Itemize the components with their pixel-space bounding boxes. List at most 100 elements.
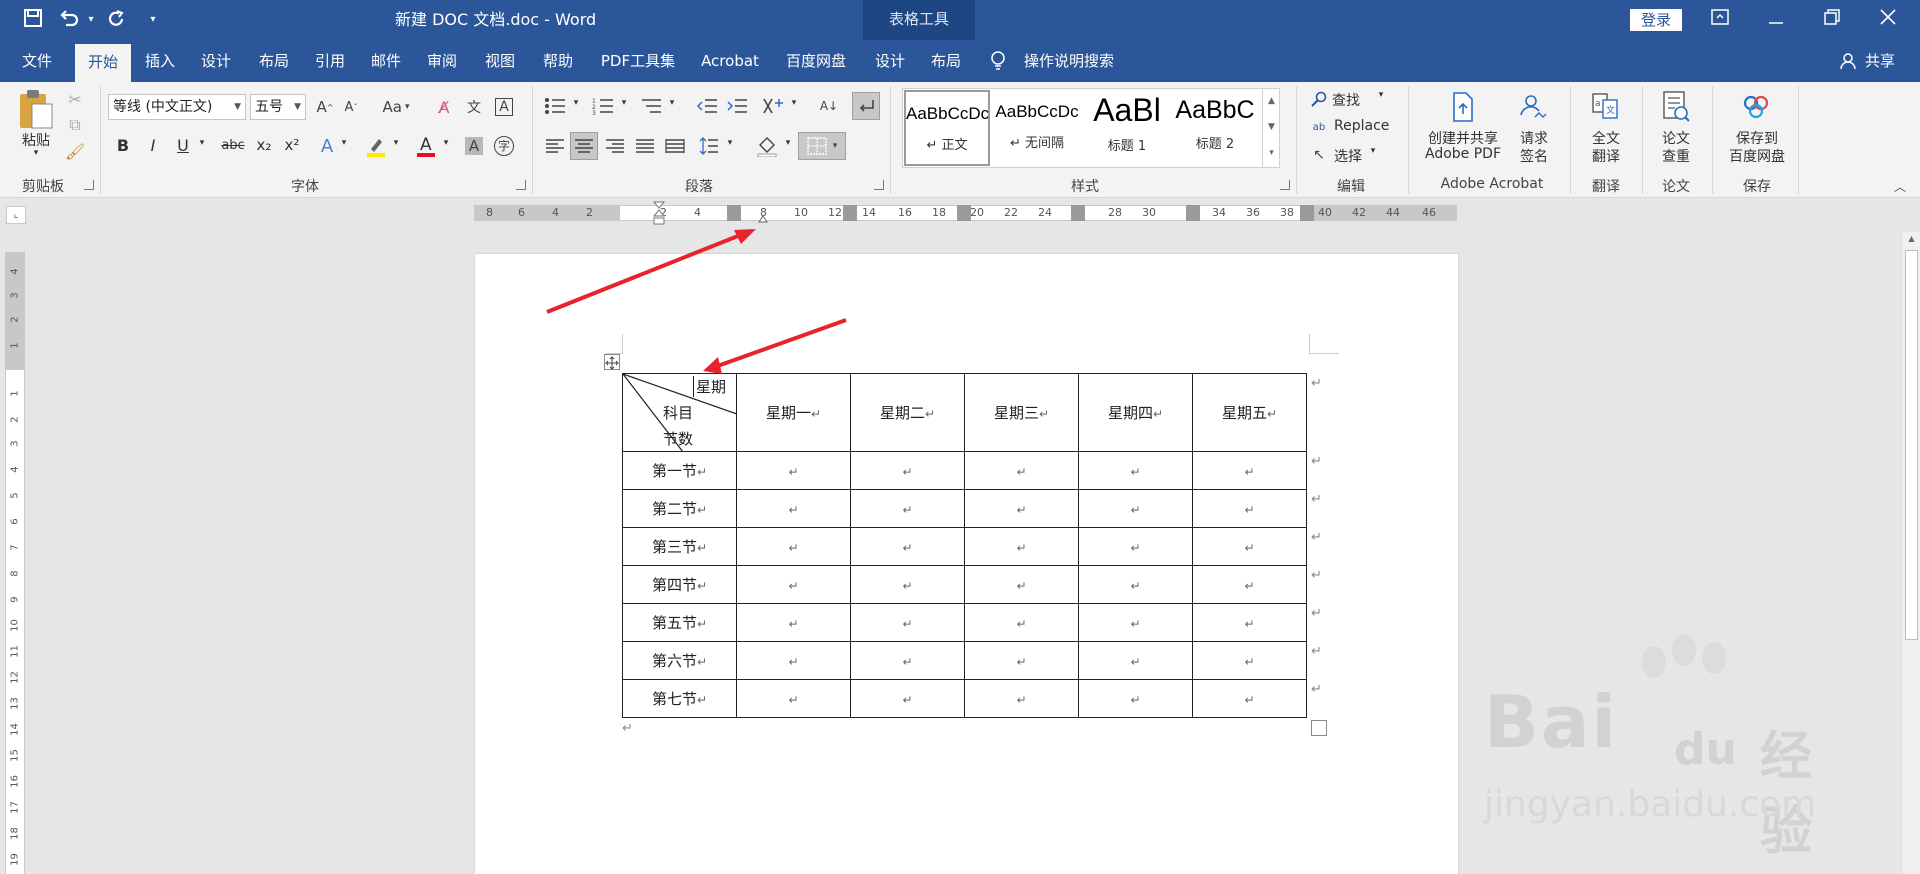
share-button[interactable]: 共享 xyxy=(1860,40,1900,82)
select-dropdown-icon[interactable]: ▾ xyxy=(1366,146,1380,156)
tab-home[interactable]: 开始 xyxy=(75,44,131,82)
align-right-icon[interactable] xyxy=(602,134,628,158)
table-cell[interactable]: ↵ xyxy=(1192,641,1307,680)
table-cell[interactable]: ↵ xyxy=(850,641,965,680)
decrease-indent-icon[interactable] xyxy=(694,94,720,118)
table-cell[interactable]: ↵ xyxy=(964,451,1079,490)
replace-button[interactable]: Replace xyxy=(1334,118,1394,134)
tab-review[interactable]: 审阅 xyxy=(420,40,464,82)
style-tile-heading-1[interactable]: AaBl 标题 1 xyxy=(1084,90,1170,166)
table-header-cell[interactable]: 星期一↵ xyxy=(736,373,851,452)
period-cell[interactable]: 第七节↵ xyxy=(622,679,737,718)
document-page[interactable]: 星期 科目 节数 星期一↵ 星期二↵ 星期三↵ 星期四↵ 星期五↵ 第一节↵ ↵ ↵… xyxy=(475,254,1458,874)
table-header-cell[interactable]: 星期五↵ xyxy=(1192,373,1307,452)
tab-references[interactable]: 引用 xyxy=(308,40,352,82)
numbering-icon[interactable]: 123 xyxy=(590,94,616,118)
font-color-icon[interactable]: A xyxy=(414,132,438,160)
font-name-dropdown-icon[interactable]: ▼ xyxy=(234,95,241,119)
table-column-marker[interactable] xyxy=(843,205,857,221)
shading-icon[interactable] xyxy=(754,134,780,158)
strikethrough-button[interactable]: abc xyxy=(218,138,248,153)
table-cell[interactable]: ↵ xyxy=(964,489,1079,528)
style-tile-no-spacing[interactable]: AaBbCcDc ↵ 无间隔 xyxy=(994,90,1080,166)
undo-dropdown-icon[interactable]: ▾ xyxy=(80,9,102,31)
paste-label[interactable]: 粘贴 xyxy=(16,130,56,150)
tab-file[interactable]: 文件 xyxy=(12,40,62,82)
paste-icon[interactable] xyxy=(16,88,56,132)
grow-font-icon[interactable]: A ^ xyxy=(314,94,336,120)
adobe-pdf-label[interactable]: Adobe PDF xyxy=(1418,146,1508,162)
scrollbar-thumb[interactable] xyxy=(1905,250,1918,640)
bullets-dropdown-icon[interactable]: ▾ xyxy=(570,98,582,108)
redo-icon[interactable] xyxy=(106,9,128,31)
tab-view[interactable]: 视图 xyxy=(478,40,522,82)
italic-button[interactable]: I xyxy=(142,136,164,155)
table-cell[interactable]: ↵ xyxy=(850,451,965,490)
superscript-button[interactable]: x² xyxy=(280,136,304,154)
table-cell[interactable]: ↵ xyxy=(736,451,851,490)
table-cell[interactable]: ↵ xyxy=(1078,489,1193,528)
table-cell[interactable]: ↵ xyxy=(1192,603,1307,642)
tab-table-design[interactable]: 设计 xyxy=(868,40,912,82)
font-launcher-icon[interactable] xyxy=(516,180,526,190)
thesis-label[interactable]: 论文 xyxy=(1656,128,1696,148)
text-effects-dropdown-icon[interactable]: ▾ xyxy=(338,138,350,148)
paste-dropdown-icon[interactable]: ▾ xyxy=(28,148,44,158)
table-column-marker[interactable] xyxy=(1300,205,1314,221)
period-cell[interactable]: 第六节↵ xyxy=(622,641,737,680)
baidu-netdisk-icon[interactable] xyxy=(1740,90,1774,124)
font-color-dropdown-icon[interactable]: ▾ xyxy=(440,138,452,148)
table-cell[interactable]: ↵ xyxy=(1192,451,1307,490)
request-label[interactable]: 请求 xyxy=(1514,128,1554,148)
thesis-check-icon[interactable] xyxy=(1660,90,1692,124)
table-header-cell[interactable]: 星期四↵ xyxy=(1078,373,1193,452)
shading-dropdown-icon[interactable]: ▾ xyxy=(782,138,794,148)
share-icon[interactable] xyxy=(1840,52,1856,74)
borders-icon[interactable]: ▾ xyxy=(798,132,846,160)
table-cell[interactable]: ↵ xyxy=(1078,565,1193,604)
translate-icon[interactable]: a文 xyxy=(1590,90,1622,124)
table-cell[interactable]: ↵ xyxy=(964,641,1079,680)
character-shading-icon[interactable]: A xyxy=(462,134,486,158)
period-cell[interactable]: 第一节↵ xyxy=(622,451,737,490)
tab-mailings[interactable]: 邮件 xyxy=(364,40,408,82)
align-left-icon[interactable] xyxy=(542,134,568,158)
table-cell[interactable]: ↵ xyxy=(1078,641,1193,680)
multilevel-list-icon[interactable] xyxy=(638,94,664,118)
line-spacing-icon[interactable] xyxy=(696,134,722,158)
font-size-combo[interactable]: 五号 ▼ xyxy=(250,94,306,120)
text-effects-icon[interactable]: A xyxy=(316,134,338,158)
table-cell[interactable]: ↵ xyxy=(736,489,851,528)
signature-label[interactable]: 签名 xyxy=(1514,146,1554,166)
table-cell[interactable]: ↵ xyxy=(1078,679,1193,718)
request-signature-icon[interactable] xyxy=(1518,90,1548,124)
bullets-icon[interactable] xyxy=(542,94,568,118)
undo-icon[interactable] xyxy=(58,9,80,31)
netdisk-label[interactable]: 百度网盘 xyxy=(1722,146,1792,166)
subscript-button[interactable]: x₂ xyxy=(252,136,276,154)
find-dropdown-icon[interactable]: ▾ xyxy=(1374,90,1388,100)
table-cell[interactable]: ↵ xyxy=(736,603,851,642)
styles-scroll[interactable]: ▲ ▼ ▾ xyxy=(1262,88,1280,168)
find-icon[interactable] xyxy=(1310,88,1328,110)
chinese-layout-dropdown-icon[interactable]: ▾ xyxy=(788,98,800,108)
table-move-handle-icon[interactable] xyxy=(604,354,620,370)
vertical-scrollbar[interactable]: ▲ xyxy=(1901,232,1920,874)
replace-icon[interactable]: ab xyxy=(1310,116,1328,138)
restore-icon[interactable] xyxy=(1804,0,1860,40)
tab-table-layout[interactable]: 布局 xyxy=(924,40,968,82)
table-cell[interactable]: ↵ xyxy=(850,489,965,528)
tab-acrobat[interactable]: Acrobat xyxy=(694,40,766,82)
tab-help[interactable]: 帮助 xyxy=(536,40,580,82)
numbering-dropdown-icon[interactable]: ▾ xyxy=(618,98,630,108)
change-case-icon[interactable]: Aa ▾ xyxy=(378,94,414,120)
tab-insert[interactable]: 插入 xyxy=(138,40,182,82)
table-cell[interactable]: ↵ xyxy=(736,679,851,718)
font-name-combo[interactable]: 等线 (中文正文) ▼ xyxy=(108,94,246,120)
ribbon-display-icon[interactable] xyxy=(1692,0,1748,40)
highlight-icon[interactable] xyxy=(364,134,388,158)
customize-quick-access-icon[interactable]: ▾ xyxy=(142,9,164,31)
period-cell[interactable]: 第五节↵ xyxy=(622,603,737,642)
diagonal-header-cell[interactable]: 星期 科目 节数 xyxy=(622,373,737,452)
highlight-dropdown-icon[interactable]: ▾ xyxy=(390,138,402,148)
